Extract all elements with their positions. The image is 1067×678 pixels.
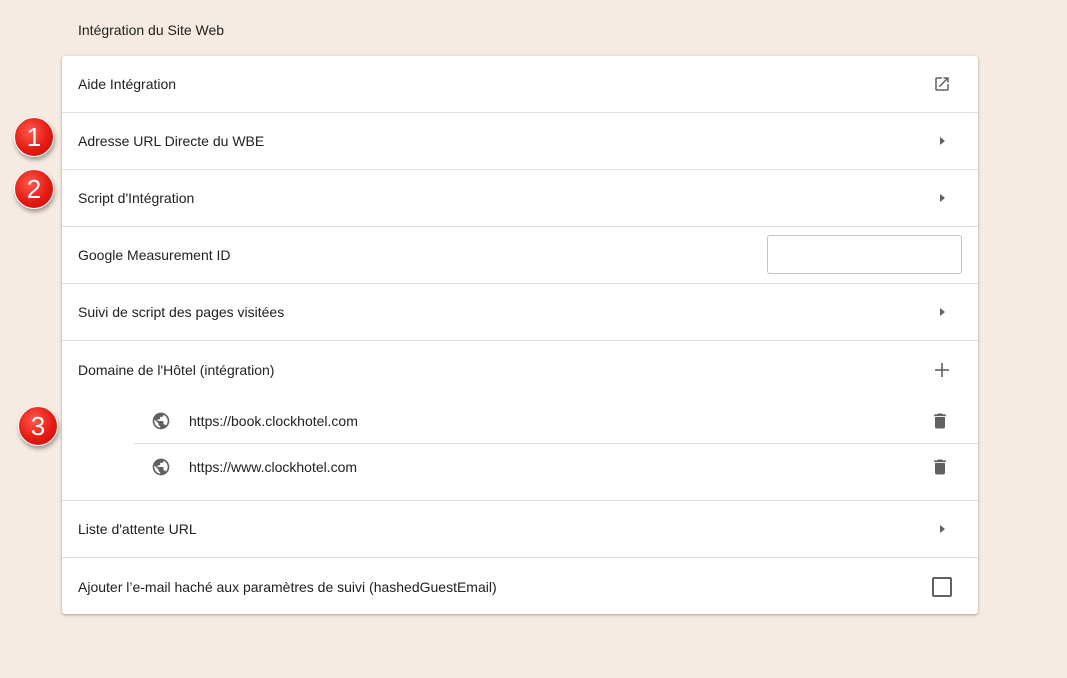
trash-icon[interactable] [930, 411, 950, 431]
annotation-badge-3: 3 [18, 406, 58, 446]
plus-icon[interactable] [930, 358, 954, 382]
row-waitlist-url[interactable]: Liste d'attente URL [62, 501, 978, 558]
chevron-right-icon[interactable] [930, 129, 954, 153]
waitlist-url-label: Liste d'attente URL [78, 521, 197, 537]
row-direct-url[interactable]: Adresse URL Directe du WBE [62, 113, 978, 170]
domain-list-item: https://www.clockhotel.com [134, 444, 978, 490]
row-measurement-id: Google Measurement ID [62, 227, 978, 284]
domain-url: https://www.clockhotel.com [189, 459, 358, 475]
annotation-badge-1: 1 [14, 117, 54, 157]
row-hashed-email: Ajouter l’e-mail haché aux paramètres de… [62, 558, 978, 615]
chevron-right-icon[interactable] [930, 517, 954, 541]
domain-url: https://book.clockhotel.com [189, 412, 358, 429]
checkbox-box[interactable] [932, 576, 952, 597]
measurement-id-input[interactable] [767, 235, 962, 274]
row-integration-script[interactable]: Script d'Intégration [62, 170, 978, 227]
row-help[interactable]: Aide Intégration [62, 56, 978, 113]
row-page-tracking[interactable]: Suivi de script des pages visitées [62, 284, 978, 341]
integration-script-label: Script d'Intégration [78, 190, 195, 206]
domain-list-item: https://book.clockhotel.com [134, 398, 978, 444]
globe-icon [151, 457, 171, 477]
direct-url-label: Adresse URL Directe du WBE [78, 133, 265, 149]
hotel-domain-header: Domaine de l'Hôtel (intégration) [62, 341, 978, 398]
chevron-right-icon[interactable] [930, 300, 954, 324]
help-label: Aide Intégration [78, 76, 177, 92]
globe-icon [151, 411, 171, 431]
section-title: Intégration du Site Web [78, 22, 225, 38]
measurement-id-label: Google Measurement ID [78, 247, 231, 263]
hashed-email-label: Ajouter l’e-mail haché aux paramètres de… [78, 578, 497, 595]
trash-icon[interactable] [930, 457, 950, 477]
hotel-domain-label: Domaine de l'Hôtel (intégration) [78, 361, 275, 378]
annotation-badge-2: 2 [14, 169, 54, 209]
chevron-right-icon[interactable] [930, 186, 954, 210]
hashed-email-checkbox[interactable] [930, 575, 954, 599]
page-tracking-label: Suivi de script des pages visitées [78, 304, 285, 320]
integration-card: Aide Intégration Adresse URL Directe du … [62, 56, 978, 614]
open-in-new-icon[interactable] [930, 72, 954, 96]
hotel-domain-section: Domaine de l'Hôtel (intégration) https:/… [62, 341, 978, 501]
